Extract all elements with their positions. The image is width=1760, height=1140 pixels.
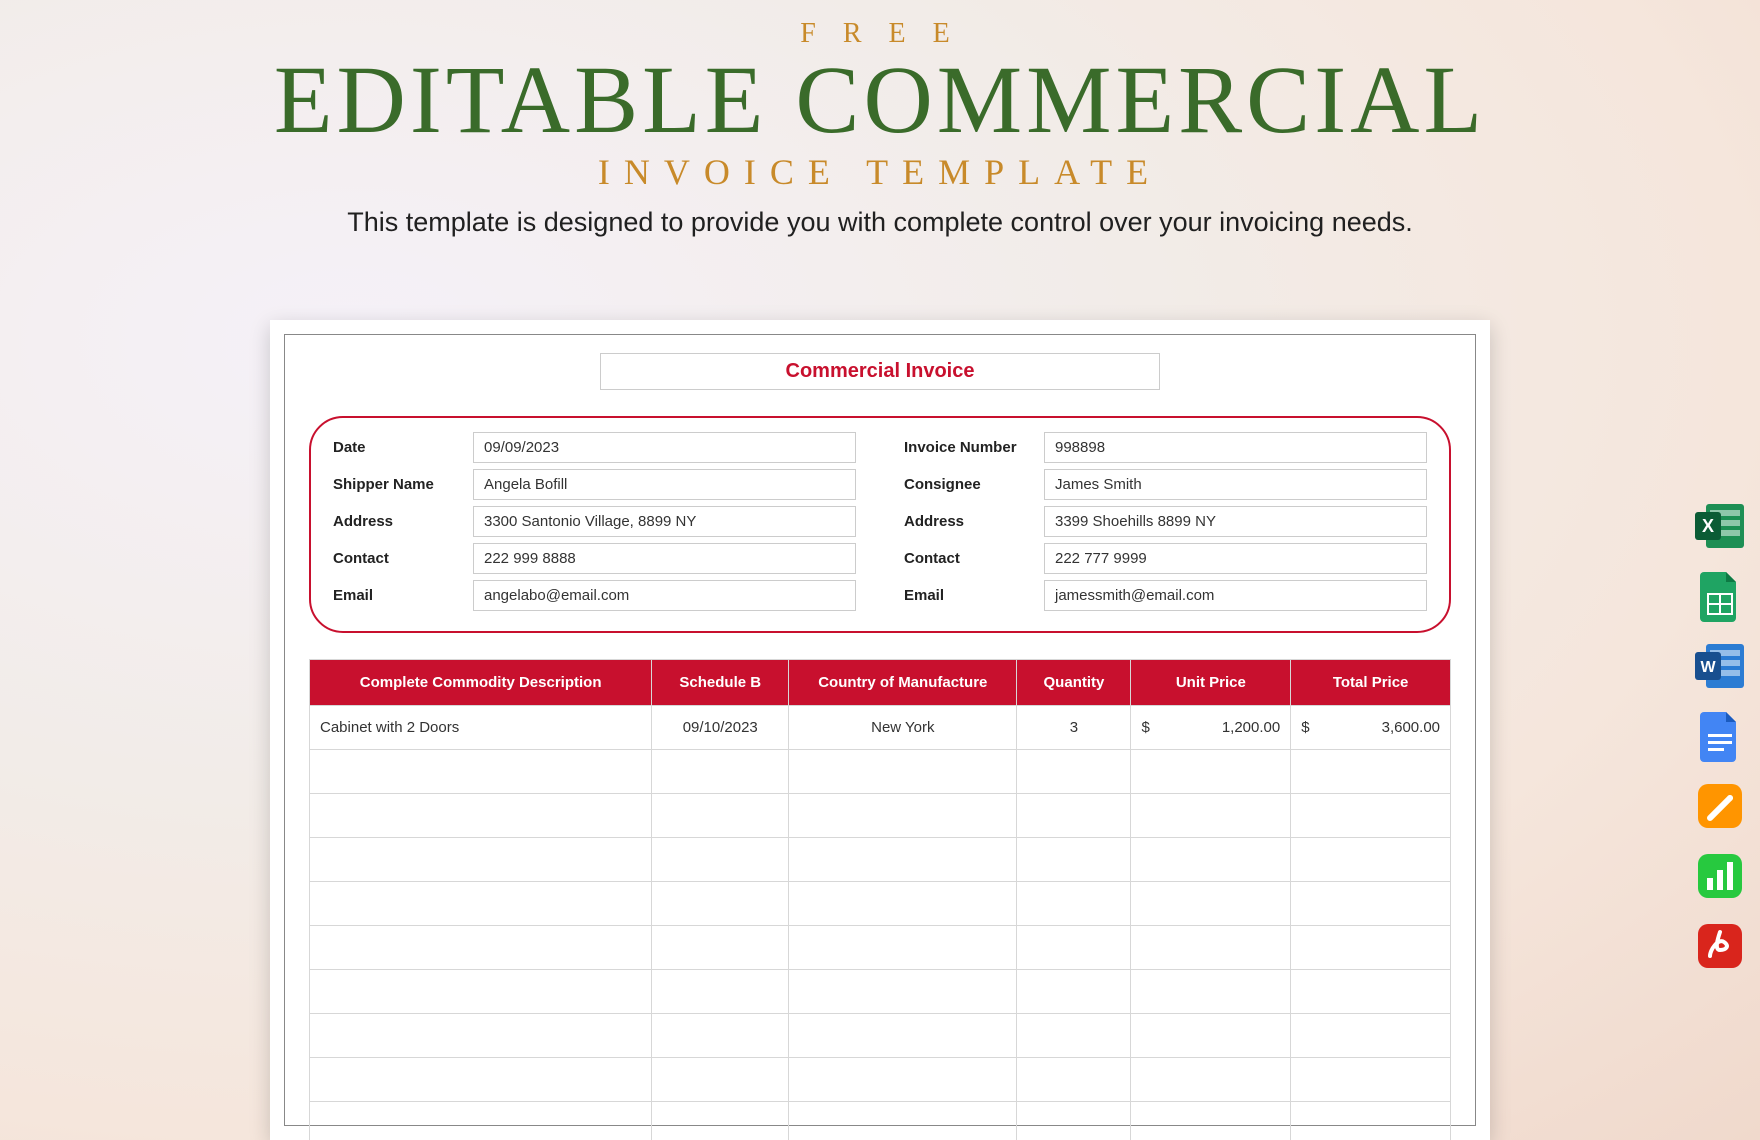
excel-icon[interactable]: X <box>1692 498 1748 554</box>
date-label: Date <box>333 439 473 456</box>
shipper-contact-label: Contact <box>333 550 473 567</box>
cell-qty: 3 <box>1017 706 1131 750</box>
table-row[interactable]: Cabinet with 2 Doors 09/10/2023 New York… <box>310 706 1451 750</box>
document-preview: Commercial Invoice Date09/09/2023 Shippe… <box>270 320 1490 1140</box>
invoice-number-field[interactable]: 998898 <box>1044 432 1427 463</box>
col-schedule: Schedule B <box>652 660 789 706</box>
col-country: Country of Manufacture <box>789 660 1017 706</box>
consignee-email-label: Email <box>904 587 1044 604</box>
cell-total-price: $3,600.00 <box>1291 706 1451 750</box>
promo-header: F R E E EDITABLE COMMERCIAL INVOICE TEMP… <box>0 0 1760 238</box>
invoice-title: Commercial Invoice <box>786 360 975 382</box>
table-row[interactable] <box>310 750 1451 794</box>
shipper-column: Date09/09/2023 Shipper NameAngela Bofill… <box>333 432 856 617</box>
consignee-address-field[interactable]: 3399 Shoehills 8899 NY <box>1044 506 1427 537</box>
invoice-meta-box: Date09/09/2023 Shipper NameAngela Bofill… <box>309 416 1451 633</box>
document-inner: Commercial Invoice Date09/09/2023 Shippe… <box>284 334 1476 1126</box>
format-icons: X W <box>1692 498 1748 974</box>
tagline: This template is designed to provide you… <box>0 207 1760 238</box>
col-desc: Complete Commodity Description <box>310 660 652 706</box>
consignee-contact-field[interactable]: 222 777 9999 <box>1044 543 1427 574</box>
invoice-title-box: Commercial Invoice <box>600 353 1160 390</box>
consignee-column: Invoice Number998898 ConsigneeJames Smit… <box>904 432 1427 617</box>
apple-pages-icon[interactable] <box>1692 778 1748 834</box>
shipper-address-field[interactable]: 3300 Santonio Village, 8899 NY <box>473 506 856 537</box>
svg-text:X: X <box>1702 516 1714 536</box>
shipper-address-label: Address <box>333 513 473 530</box>
shipper-email-field[interactable]: angelabo@email.com <box>473 580 856 611</box>
cell-schedule: 09/10/2023 <box>652 706 789 750</box>
word-icon[interactable]: W <box>1692 638 1748 694</box>
consignee-address-label: Address <box>904 513 1044 530</box>
col-total-price: Total Price <box>1291 660 1451 706</box>
col-unit-price: Unit Price <box>1131 660 1291 706</box>
sub-title: INVOICE TEMPLATE <box>0 151 1760 193</box>
shipper-name-field[interactable]: Angela Bofill <box>473 469 856 500</box>
invoice-number-label: Invoice Number <box>904 439 1044 456</box>
main-title: EDITABLE COMMERCIAL <box>0 44 1760 155</box>
google-docs-icon[interactable] <box>1692 708 1748 764</box>
col-qty: Quantity <box>1017 660 1131 706</box>
table-row[interactable] <box>310 970 1451 1014</box>
line-items-table: Complete Commodity Description Schedule … <box>309 659 1451 1140</box>
consignee-contact-label: Contact <box>904 550 1044 567</box>
date-field[interactable]: 09/09/2023 <box>473 432 856 463</box>
shipper-email-label: Email <box>333 587 473 604</box>
svg-text:W: W <box>1700 659 1716 676</box>
cell-unit-price: $1,200.00 <box>1131 706 1291 750</box>
google-sheets-icon[interactable] <box>1692 568 1748 624</box>
consignee-label: Consignee <box>904 476 1044 493</box>
pdf-icon[interactable] <box>1692 918 1748 974</box>
table-row[interactable] <box>310 882 1451 926</box>
apple-numbers-icon[interactable] <box>1692 848 1748 904</box>
table-row[interactable] <box>310 1102 1451 1140</box>
cell-desc: Cabinet with 2 Doors <box>310 706 652 750</box>
cell-country: New York <box>789 706 1017 750</box>
table-row[interactable] <box>310 926 1451 970</box>
table-row[interactable] <box>310 1058 1451 1102</box>
table-row[interactable] <box>310 838 1451 882</box>
shipper-contact-field[interactable]: 222 999 8888 <box>473 543 856 574</box>
table-row[interactable] <box>310 794 1451 838</box>
shipper-name-label: Shipper Name <box>333 476 473 493</box>
table-row[interactable] <box>310 1014 1451 1058</box>
consignee-field[interactable]: James Smith <box>1044 469 1427 500</box>
consignee-email-field[interactable]: jamessmith@email.com <box>1044 580 1427 611</box>
